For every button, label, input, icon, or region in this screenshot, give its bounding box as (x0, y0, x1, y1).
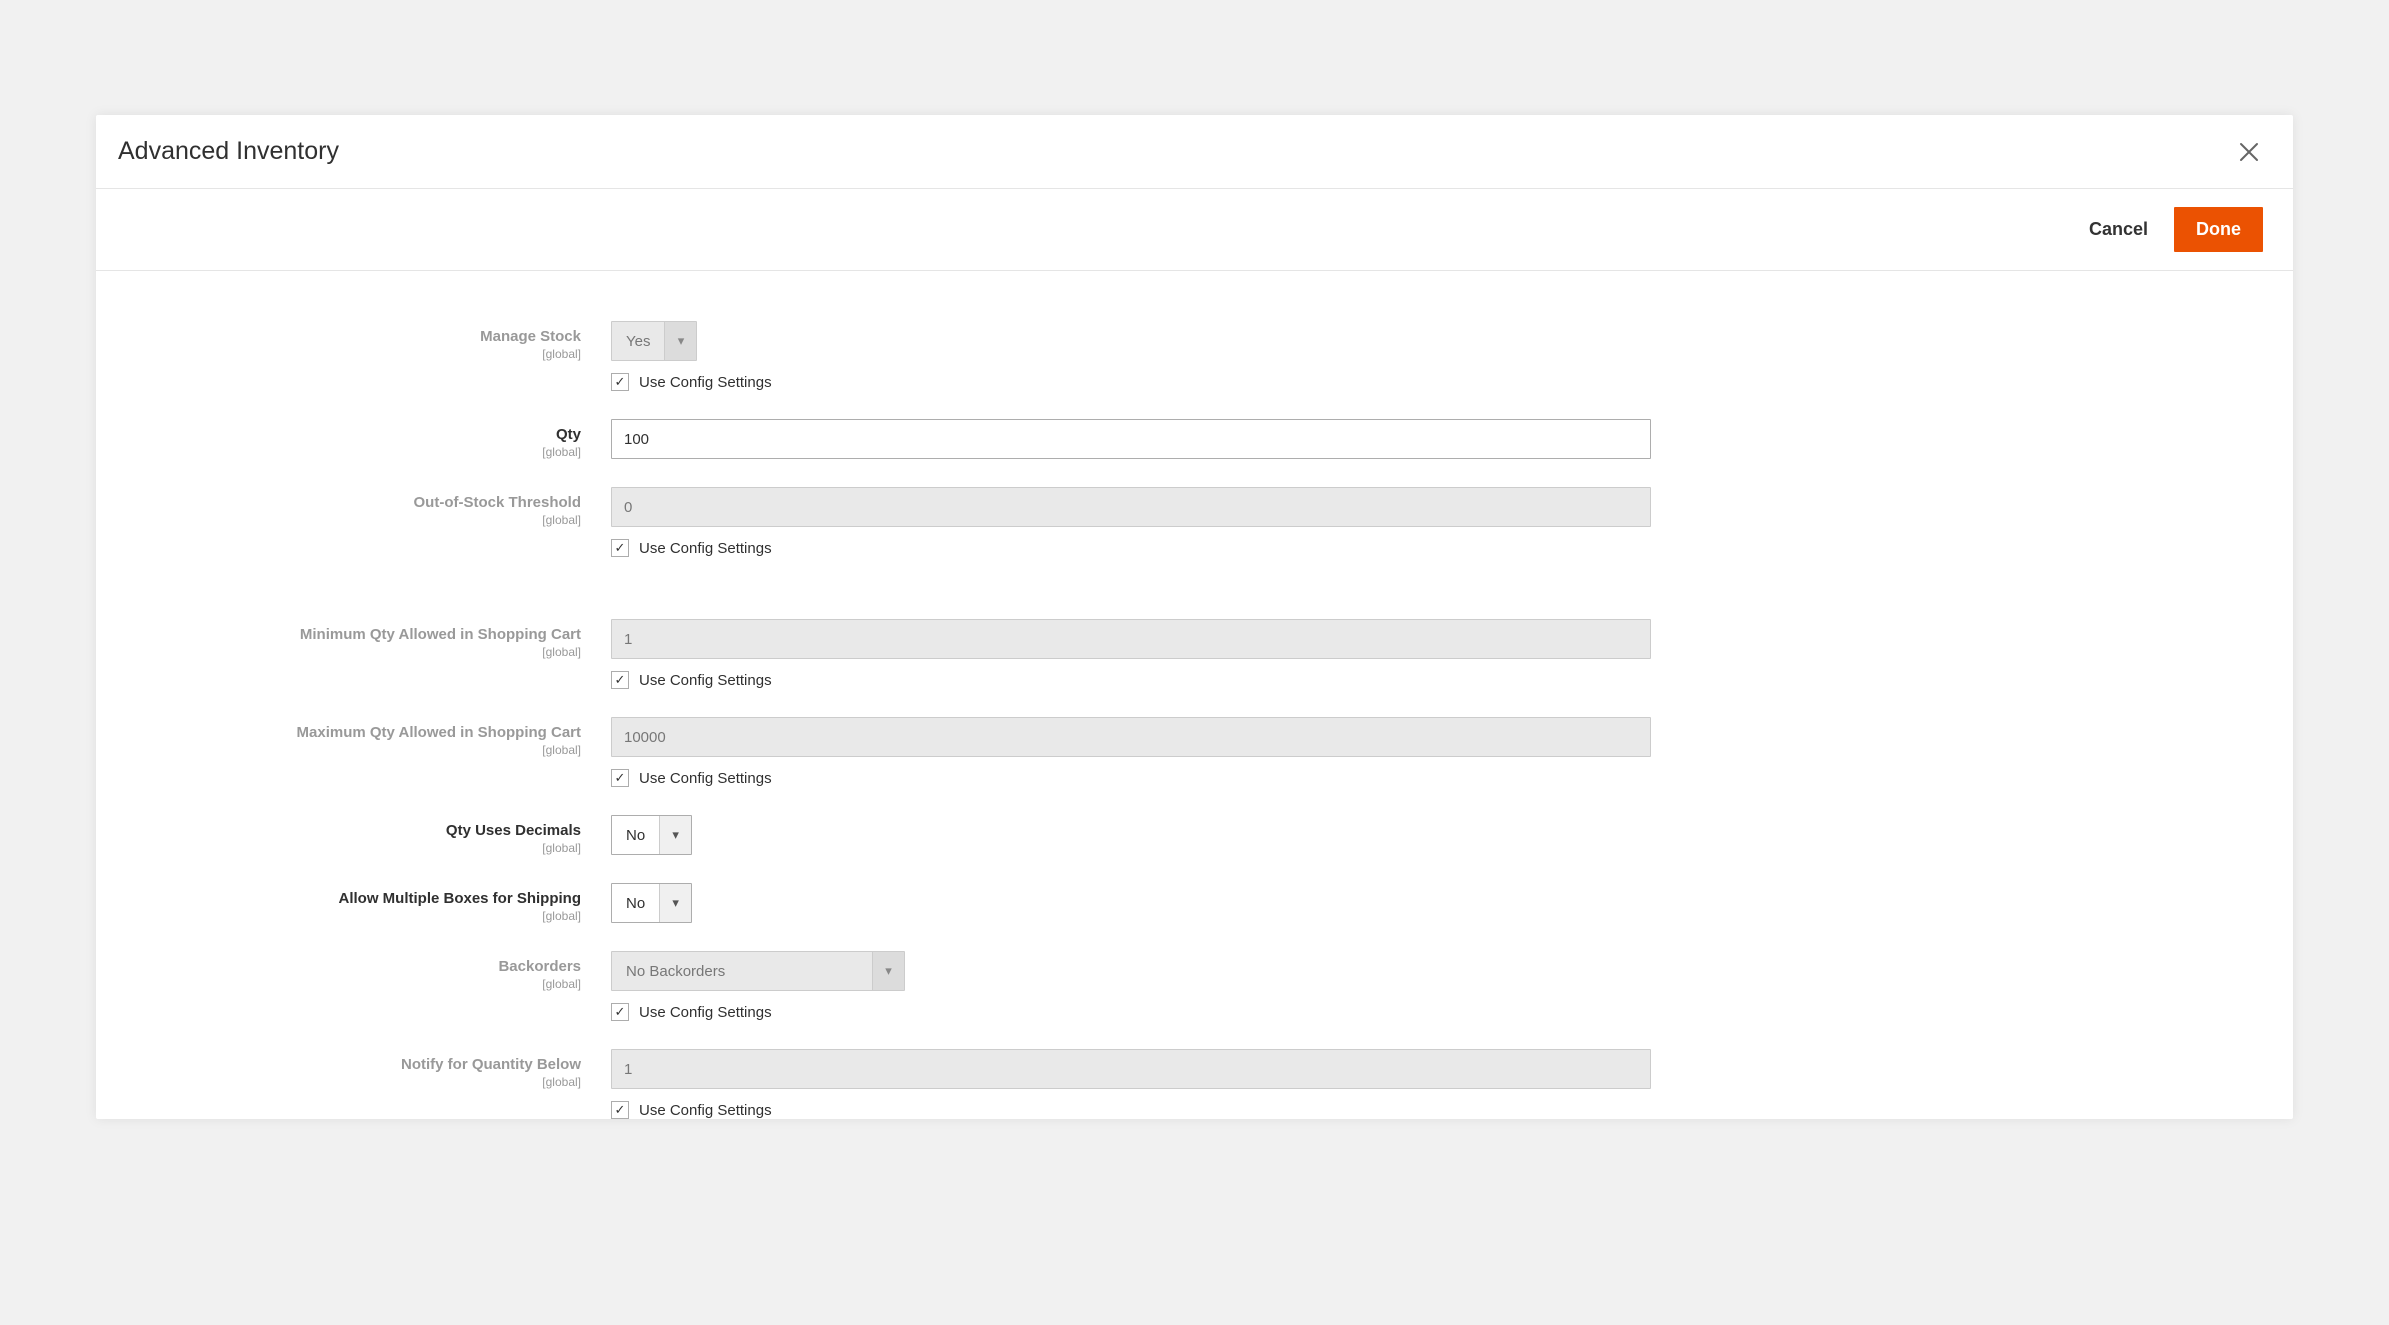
label-qty: Qty (556, 426, 581, 443)
scope-label: [global] (126, 445, 581, 459)
scope-label: [global] (126, 841, 581, 855)
cancel-button[interactable]: Cancel (2089, 219, 2148, 240)
label-qty-decimals: Qty Uses Decimals (446, 822, 581, 839)
use-config-label: Use Config Settings (639, 540, 772, 557)
label-max-qty: Maximum Qty Allowed in Shopping Cart (297, 724, 581, 741)
close-button[interactable] (2235, 138, 2263, 166)
field-qty: Qty [global] (126, 419, 2263, 459)
use-config-label: Use Config Settings (639, 770, 772, 787)
chevron-down-icon: ▾ (664, 322, 696, 360)
field-out-of-stock-threshold: Out-of-Stock Threshold [global] ✓ Use Co… (126, 487, 2263, 557)
manage-stock-use-config-checkbox[interactable]: ✓ (611, 373, 629, 391)
field-multi-boxes: Allow Multiple Boxes for Shipping [globa… (126, 883, 2263, 923)
scope-label: [global] (126, 743, 581, 757)
select-value: No (612, 884, 659, 922)
form-body: Manage Stock [global] Yes ▾ ✓ Use Config… (96, 271, 2293, 1119)
multi-boxes-select[interactable]: No ▾ (611, 883, 692, 923)
chevron-down-icon: ▾ (872, 952, 904, 990)
notify-below-input (611, 1049, 1651, 1089)
out-of-stock-use-config-checkbox[interactable]: ✓ (611, 539, 629, 557)
use-config-label: Use Config Settings (639, 374, 772, 391)
scope-label: [global] (126, 909, 581, 923)
select-value: No (612, 816, 659, 854)
qty-decimals-select[interactable]: No ▾ (611, 815, 692, 855)
field-backorders: Backorders [global] No Backorders ▾ ✓ Us… (126, 951, 2263, 1021)
use-config-label: Use Config Settings (639, 672, 772, 689)
max-qty-input (611, 717, 1651, 757)
use-config-label: Use Config Settings (639, 1004, 772, 1021)
label-notify-below: Notify for Quantity Below (401, 1056, 581, 1073)
field-max-qty: Maximum Qty Allowed in Shopping Cart [gl… (126, 717, 2263, 787)
min-qty-input (611, 619, 1651, 659)
select-value: No Backorders (612, 952, 872, 990)
label-manage-stock: Manage Stock (480, 328, 581, 345)
field-qty-decimals: Qty Uses Decimals [global] No ▾ (126, 815, 2263, 855)
scope-label: [global] (126, 645, 581, 659)
label-min-qty: Minimum Qty Allowed in Shopping Cart (300, 626, 581, 643)
manage-stock-select: Yes ▾ (611, 321, 697, 361)
modal-header: Advanced Inventory (96, 115, 2293, 188)
chevron-down-icon: ▾ (659, 884, 691, 922)
backorders-select: No Backorders ▾ (611, 951, 905, 991)
advanced-inventory-modal: Advanced Inventory Cancel Done Manage St… (96, 115, 2293, 1119)
scope-label: [global] (126, 977, 581, 991)
max-qty-use-config-checkbox[interactable]: ✓ (611, 769, 629, 787)
label-out-of-stock: Out-of-Stock Threshold (414, 494, 582, 511)
use-config-label: Use Config Settings (639, 1102, 772, 1119)
scope-label: [global] (126, 1075, 581, 1089)
label-multi-boxes: Allow Multiple Boxes for Shipping (339, 890, 582, 907)
out-of-stock-input (611, 487, 1651, 527)
label-backorders: Backorders (498, 958, 581, 975)
scope-label: [global] (126, 513, 581, 527)
field-manage-stock: Manage Stock [global] Yes ▾ ✓ Use Config… (126, 321, 2263, 391)
modal-toolbar: Cancel Done (96, 188, 2293, 271)
done-button[interactable]: Done (2174, 207, 2263, 252)
field-notify-below: Notify for Quantity Below [global] ✓ Use… (126, 1049, 2263, 1119)
modal-title: Advanced Inventory (118, 137, 339, 166)
notify-below-use-config-checkbox[interactable]: ✓ (611, 1101, 629, 1119)
select-value: Yes (612, 322, 664, 360)
field-min-qty: Minimum Qty Allowed in Shopping Cart [gl… (126, 619, 2263, 689)
min-qty-use-config-checkbox[interactable]: ✓ (611, 671, 629, 689)
scope-label: [global] (126, 347, 581, 361)
chevron-down-icon: ▾ (659, 816, 691, 854)
qty-input[interactable] (611, 419, 1651, 459)
close-icon (2238, 141, 2260, 163)
backorders-use-config-checkbox[interactable]: ✓ (611, 1003, 629, 1021)
